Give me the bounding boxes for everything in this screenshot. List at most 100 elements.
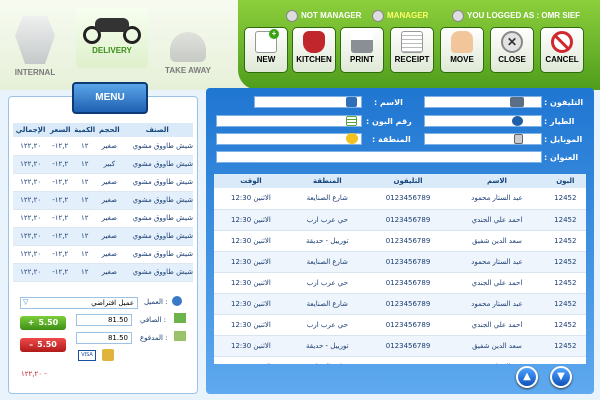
customer-row[interactable]: الاثنين 12:30 تورييل - حديقة 0123456789 سعد…	[214, 335, 586, 357]
plus-icon: +	[27, 318, 35, 327]
visa-card-icon[interactable]: VISA	[78, 350, 96, 361]
customer-cell: 0123456789	[366, 272, 450, 294]
paid-label: : المدفوع	[140, 334, 168, 342]
list-icon[interactable]	[346, 116, 357, 126]
scroll-down-button[interactable]: ▼	[550, 366, 572, 388]
order-cell: ١٢٢,٢٠	[13, 209, 49, 228]
customer-cell: 0123456789	[366, 230, 450, 252]
order-row[interactable]: ١٢٢,٢٠ -١٢,٢ ١٢ صغير شيش طاووق مشوي	[13, 263, 193, 282]
bone-label: رقم البون :	[366, 117, 412, 126]
customers-col-header[interactable]: الاسم	[449, 174, 545, 188]
order-row[interactable]: ١٢٢,٢٠ -١٢,٢ ١٢ صغير شيش طاووق مشوي	[13, 209, 193, 228]
order-row[interactable]: ١٢٢,٢٠ -١٢,٢ ١٢ صغير شيش طاووق مشوي	[13, 191, 193, 210]
client-select[interactable]: عميل افتراضي ▽	[20, 297, 138, 309]
customer-row[interactable]: الاثنين 12:30 حي عرب ارب 0123456789 احمد عل…	[214, 314, 586, 336]
menu-button[interactable]: MENU	[72, 82, 148, 114]
order-type-internal[interactable]: INTERNAL	[4, 10, 66, 82]
net-value: 81.50	[76, 314, 132, 326]
customer-row[interactable]: الاثنين 12:30 حي عرب ارب 0123456789 احمد عل…	[214, 209, 586, 231]
order-col-header: الإجمالي	[13, 123, 49, 137]
customer-cell: عبد الستار محمود	[449, 251, 545, 273]
order-cell: -١٢,٢	[48, 191, 73, 210]
customer-cell: سعد الدين شفيق	[449, 230, 545, 252]
bone-field[interactable]	[216, 115, 362, 127]
order-row[interactable]: ١٢٢,٢٠ -١٢,٢ ١٢ كبير شيش طاووق مشوي	[13, 155, 193, 174]
mobile-field[interactable]	[424, 133, 542, 145]
order-row[interactable]: ١٢٢,٢٠ -١٢,٢ ١٢ صغير شيش طاووق مشوي	[13, 137, 193, 156]
customer-cell: 0123456789	[366, 356, 450, 364]
user-icon	[286, 10, 298, 22]
customer-cell: عبد الستار محمود	[449, 293, 545, 315]
order-cell: ١٢	[72, 245, 98, 264]
customers-col-header[interactable]: الوقت	[214, 174, 288, 188]
order-table: الإجمالي السعر الكمية الحجم الصنف ١٢٢,٢٠ -١٢,…	[13, 123, 193, 282]
order-cell: شيش طاووق مشوي	[121, 245, 193, 264]
customer-row[interactable]: الاثنين 12:30شارع الصنايعة0123456789عبد …	[214, 356, 586, 364]
new-button[interactable]: + NEW	[244, 27, 288, 73]
customer-cell: 0123456789	[366, 209, 450, 231]
printer-icon	[351, 31, 373, 53]
order-cell: ١٢	[72, 263, 98, 282]
mobile-label: الموبايل :	[544, 135, 583, 144]
cancel-button[interactable]: CANCEL	[540, 27, 584, 73]
order-type-takeaway[interactable]: TAKE AWAY	[160, 30, 216, 86]
pilot-field[interactable]	[424, 115, 542, 127]
order-cell: صغير	[97, 263, 122, 282]
order-row[interactable]: ١٢٢,٢٠ -١٢,٢ ١٢ صغير شيش طاووق مشوي	[13, 173, 193, 192]
customer-row[interactable]: الاثنين 12:30شارع الصنايعة0123456789عبد …	[214, 293, 586, 315]
customer-cell: عبد الستار محمود	[449, 188, 545, 210]
customer-cell: 12452	[544, 272, 586, 294]
customer-cell: 0123456789	[366, 335, 450, 357]
close-button[interactable]: ✕ CLOSE	[490, 27, 534, 73]
phone-icon[interactable]	[510, 97, 524, 107]
minus-amount[interactable]: –5.50	[20, 338, 66, 352]
cash-icon	[174, 331, 186, 341]
customer-row[interactable]: الاثنين 12:30 تورييل - حديقة 0123456789 سعد…	[214, 230, 586, 252]
area-label: المنطقة :	[372, 135, 411, 144]
order-cell: -١٢,٢	[48, 209, 73, 228]
customer-cell: الاثنين 12:30	[214, 230, 288, 252]
customers-col-header[interactable]: البون	[544, 174, 586, 188]
phone-field[interactable]	[424, 96, 542, 108]
receipt-button[interactable]: RECEIPT	[390, 27, 434, 73]
print-button[interactable]: PRINT	[340, 27, 384, 73]
contact-card-icon[interactable]	[346, 97, 357, 107]
plus-amount[interactable]: +5.50	[20, 316, 66, 330]
customer-cell: حي عرب ارب	[287, 314, 367, 336]
order-type-delivery[interactable]: DELIVERY	[76, 8, 148, 68]
net-icon	[174, 313, 186, 323]
customer-row[interactable]: الاثنين 12:30 حي عرب ارب 0123456789 احمد عل…	[214, 272, 586, 294]
order-cell: -١٢,٢	[48, 245, 73, 264]
customer-cell: حي عرب ارب	[287, 209, 367, 231]
customer-cell: الاثنين 12:30	[214, 209, 288, 231]
order-col-header: الكمية	[72, 123, 98, 137]
not-manager-toggle[interactable]: NOT MANAGER	[286, 10, 361, 22]
customer-row[interactable]: الاثنين 12:30شارع الصنايعة0123456789عبد …	[214, 251, 586, 273]
kitchen-button[interactable]: KITCHEN	[292, 27, 336, 73]
customer-cell: 12452	[544, 251, 586, 273]
customers-col-header[interactable]: التليفون	[366, 174, 450, 188]
location-icon[interactable]	[346, 133, 358, 144]
order-row[interactable]: ١٢٢,٢٠ -١٢,٢ ١٢ صغير شيش طاووق مشوي	[13, 245, 193, 264]
order-cell: ١٢	[72, 209, 98, 228]
scroll-up-button[interactable]: ▲	[516, 366, 538, 388]
area-field[interactable]	[216, 133, 362, 145]
coins-icon[interactable]	[102, 349, 114, 361]
customer-cell: الاثنين 12:30	[214, 188, 288, 210]
hand-icon	[451, 31, 473, 53]
order-cell: ١٢	[72, 137, 98, 156]
address-field[interactable]	[216, 151, 542, 163]
move-button[interactable]: MOVE	[440, 27, 484, 73]
driver-icon[interactable]	[512, 116, 523, 126]
order-row[interactable]: ١٢٢,٢٠ -١٢,٢ ١٢ صغير شيش طاووق مشوي	[13, 227, 193, 246]
customer-row[interactable]: الاثنين 12:30شارع الصنايعة0123456789عبد …	[214, 188, 586, 210]
customers-col-header[interactable]: المنطقة	[287, 174, 367, 188]
pot-icon	[303, 31, 325, 53]
order-table-wrap: الإجمالي السعر الكمية الحجم الصنف ١٢٢,٢٠ -١٢,…	[13, 123, 193, 282]
calculator-icon[interactable]	[514, 134, 523, 144]
order-cell: صغير	[97, 137, 122, 156]
user-icon	[372, 10, 384, 22]
customer-cell: شارع الصنايعة	[287, 251, 367, 273]
manager-toggle[interactable]: MANAGER	[372, 10, 428, 22]
arrow-down-icon: ▼	[557, 371, 565, 382]
